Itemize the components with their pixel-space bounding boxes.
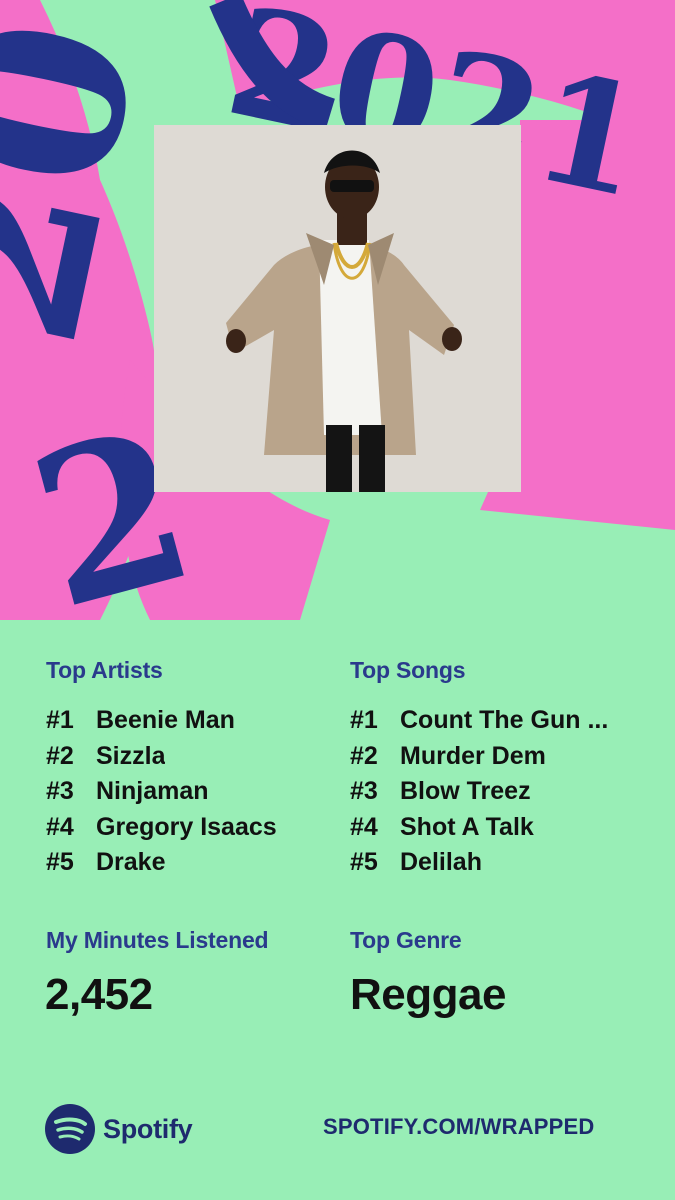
artist-name: Beenie Man bbox=[96, 706, 235, 734]
artist-name: Gregory Isaacs bbox=[96, 812, 277, 841]
spotify-logo-icon bbox=[45, 1104, 95, 1154]
rank-number: #1 bbox=[46, 706, 74, 734]
spotify-wordmark: Spotify bbox=[103, 1113, 193, 1144]
rank-number: #3 bbox=[46, 777, 74, 805]
minutes-listened-heading: My Minutes Listened bbox=[46, 927, 269, 953]
song-name: Murder Dem bbox=[400, 741, 546, 770]
song-name: Blow Treez bbox=[400, 777, 531, 805]
list-item: #4 Gregory Isaacs bbox=[46, 810, 277, 846]
wrapped-link[interactable]: SPOTIFY.COM/WRAPPED bbox=[323, 1114, 595, 1140]
list-item: #1 Count The Gun ... bbox=[350, 703, 640, 739]
top-songs-heading: Top Songs bbox=[350, 657, 466, 683]
artist-name: Sizzla bbox=[96, 741, 166, 770]
list-item: #2 Sizzla bbox=[46, 739, 277, 775]
top-artists-heading: Top Artists bbox=[46, 657, 163, 683]
list-item: #5 Delilah bbox=[350, 845, 640, 881]
top-genre-value: Reggae bbox=[350, 970, 506, 1019]
artist-name: Drake bbox=[96, 848, 166, 876]
list-item: #4 Shot A Talk bbox=[350, 810, 640, 846]
rank-number: #4 bbox=[350, 812, 378, 841]
artist-name: Ninjaman bbox=[96, 777, 209, 805]
song-name: Delilah bbox=[400, 848, 482, 876]
song-name: Shot A Talk bbox=[400, 812, 534, 841]
rank-number: #5 bbox=[46, 848, 74, 876]
rank-number: #5 bbox=[350, 848, 378, 876]
song-name: Count The Gun ... bbox=[400, 706, 609, 734]
list-item: #2 Murder Dem bbox=[350, 739, 640, 775]
spotify-brand[interactable]: Spotify bbox=[45, 1104, 193, 1154]
list-item: #1 Beenie Man bbox=[46, 703, 277, 739]
list-item: #3 Ninjaman bbox=[46, 774, 277, 810]
rank-number: #2 bbox=[350, 741, 378, 770]
rank-number: #3 bbox=[350, 777, 378, 805]
top-genre-heading: Top Genre bbox=[350, 927, 462, 953]
list-item: #3 Blow Treez bbox=[350, 774, 640, 810]
minutes-listened-value: 2,452 bbox=[45, 970, 153, 1019]
rank-number: #4 bbox=[46, 812, 74, 841]
list-item: #5 Drake bbox=[46, 845, 277, 881]
top-songs-list: #1 Count The Gun ... #2 Murder Dem #3 Bl… bbox=[350, 703, 640, 881]
rank-number: #1 bbox=[350, 706, 378, 734]
rank-number: #2 bbox=[46, 741, 74, 770]
top-artists-list: #1 Beenie Man #2 Sizzla #3 Ninjaman #4 G… bbox=[46, 703, 277, 881]
top-artist-photo bbox=[154, 125, 521, 492]
